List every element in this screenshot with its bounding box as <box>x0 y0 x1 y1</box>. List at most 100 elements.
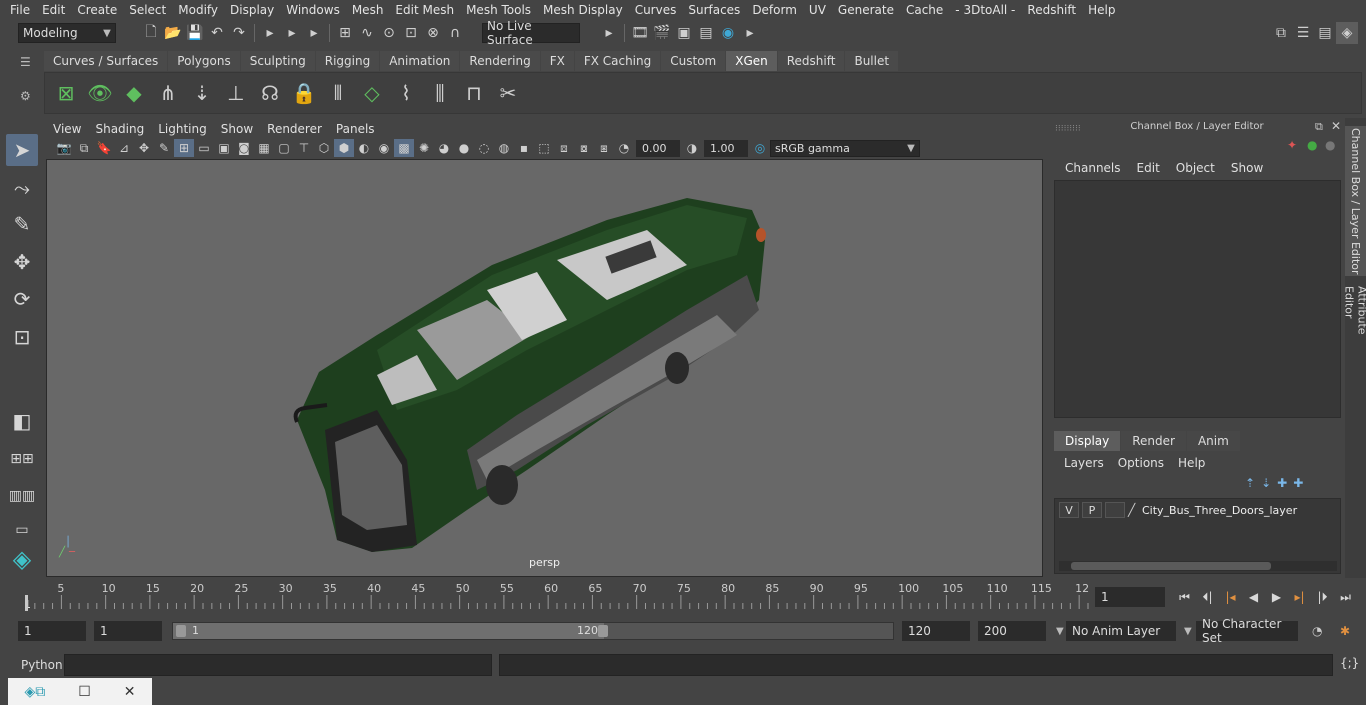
image-plane-icon[interactable]: ⊿ <box>114 139 134 157</box>
camera-attrs-icon[interactable]: ⧉ <box>74 139 94 157</box>
color-management-icon[interactable]: ◎ <box>750 139 770 157</box>
range-slider-fill[interactable] <box>173 623 604 639</box>
tab-anim[interactable]: Anim <box>1186 431 1240 451</box>
menu-uv[interactable]: UV <box>803 3 832 17</box>
exposure-field[interactable]: 0.00 <box>636 139 680 157</box>
shelf-tab-custom[interactable]: Custom <box>661 51 726 71</box>
layer-visibility-toggle[interactable]: V <box>1059 502 1079 518</box>
shelf-tab-fx-caching[interactable]: FX Caching <box>574 51 661 71</box>
ipr-render-icon[interactable]: ▣ <box>673 22 695 44</box>
channel-box-area[interactable] <box>1054 180 1341 418</box>
shelf-tab-fx[interactable]: FX <box>540 51 574 71</box>
render-settings-icon[interactable]: ▤ <box>695 22 717 44</box>
groom-grid-icon[interactable]: ◇ <box>355 76 389 110</box>
playback-start-field[interactable]: 1 <box>94 621 162 641</box>
layers-menu-options[interactable]: Options <box>1111 456 1171 470</box>
xgen-preview-icon[interactable]: 👁 <box>83 76 117 110</box>
render-frame-icon[interactable]: 🎬 <box>651 22 673 44</box>
xray-joints-icon[interactable]: ⧇ <box>574 139 594 157</box>
grease-pencil-icon[interactable]: ✎ <box>154 139 174 157</box>
textured-icon[interactable]: ◉ <box>374 139 394 157</box>
shelf-tab-bullet[interactable]: Bullet <box>845 51 899 71</box>
lock-guide-icon[interactable]: 🔒 <box>287 76 321 110</box>
float-panel-icon[interactable]: ⧉ <box>1315 120 1323 134</box>
script-editor-icon[interactable]: {;} <box>1340 656 1359 670</box>
menu-select[interactable]: Select <box>123 3 172 17</box>
mode-dropdown[interactable]: Modeling ▼ <box>18 23 116 43</box>
timeline-ruler[interactable]: 5 10 15 20 25 30 35 40 45 50 55 60 65 70 75 80 85 90 95 100… <box>18 581 1090 611</box>
checker-icon[interactable]: ▩ <box>394 139 414 157</box>
undo-icon[interactable]: ↶ <box>206 22 228 44</box>
menu-file[interactable]: File <box>4 3 36 17</box>
menu-help[interactable]: Help <box>1082 3 1121 17</box>
layer-display-type[interactable] <box>1105 502 1125 518</box>
menu-create[interactable]: Create <box>71 3 123 17</box>
menu-mesh-display[interactable]: Mesh Display <box>537 3 629 17</box>
layout-four-icon[interactable]: ⊞⊞ <box>6 443 38 475</box>
soft-select-icon[interactable]: ◧ <box>6 405 38 437</box>
paint-select-icon[interactable]: ✎ <box>6 208 38 240</box>
shelf-tab-xgen[interactable]: XGen <box>726 51 777 71</box>
layer-scrollbar[interactable] <box>1059 561 1337 571</box>
add-guide-icon[interactable]: ⋔ <box>151 76 185 110</box>
tab-channel-box[interactable]: Channel Box / Layer Editor <box>1345 126 1366 276</box>
gear-icon[interactable]: ⚙ <box>20 89 38 103</box>
menu-edit-mesh[interactable]: Edit Mesh <box>389 3 460 17</box>
magnet-icon[interactable]: ∩ <box>444 22 466 44</box>
shelf-tab-sculpting[interactable]: Sculpting <box>240 51 315 71</box>
viewport-persp[interactable]: │ ─ ╱ persp <box>46 159 1043 577</box>
snap-live-icon[interactable]: ⊗ <box>422 22 444 44</box>
menu-edit[interactable]: Edit <box>36 3 71 17</box>
tool-settings-icon[interactable]: ☰ <box>1292 22 1314 44</box>
start-time-field[interactable]: 1 <box>18 621 86 641</box>
shelf-tab-rigging[interactable]: Rigging <box>315 51 380 71</box>
xray-icon[interactable]: ⧈ <box>554 139 574 157</box>
close-icon[interactable]: ✕ <box>1331 119 1341 133</box>
shelf-menu-icon[interactable]: ☰ <box>20 55 38 73</box>
time-slider[interactable]: 5 10 15 20 25 30 35 40 45 50 55 60 65 70 75 80 85 90 95 100… <box>18 581 1090 611</box>
language-label[interactable]: Python <box>21 658 63 672</box>
channel-menu-show[interactable]: Show <box>1223 161 1271 175</box>
film-gate-icon[interactable]: ▭ <box>194 139 214 157</box>
menu-generate[interactable]: Generate <box>832 3 900 17</box>
isolate-select-icon[interactable]: ⬚ <box>534 139 554 157</box>
viewport-menu-panels[interactable]: Panels <box>329 122 382 136</box>
channel-menu-object[interactable]: Object <box>1168 161 1223 175</box>
maximize-icon[interactable]: ☐ <box>78 684 91 700</box>
shadows-icon[interactable]: ◕ <box>434 139 454 157</box>
redo-icon[interactable]: ↷ <box>228 22 250 44</box>
wireframe-icon[interactable]: ⬡ <box>314 139 334 157</box>
rotate-tool-icon[interactable]: ⟳ <box>6 283 38 315</box>
layers-menu-help[interactable]: Help <box>1171 456 1212 470</box>
character-set-dropdown[interactable]: No Character Set <box>1196 617 1298 645</box>
channel-menu-edit[interactable]: Edit <box>1129 161 1168 175</box>
menu-windows[interactable]: Windows <box>280 3 346 17</box>
range-handle-right[interactable] <box>598 625 608 637</box>
bus-model[interactable] <box>47 160 1043 577</box>
shelf-tab-curves-surfaces[interactable]: Curves / Surfaces <box>44 51 168 71</box>
range-slider[interactable]: 1 120 <box>172 622 894 640</box>
scale-tool-icon[interactable]: ⊡ <box>6 321 38 353</box>
snap-point-icon[interactable]: ⊙ <box>378 22 400 44</box>
step-forward-frame-icon[interactable]: ▸| <box>1288 587 1311 607</box>
maya-window-icon[interactable]: ◈⧉ <box>24 684 45 700</box>
menu-surfaces[interactable]: Surfaces <box>682 3 746 17</box>
end-time-field[interactable]: 200 <box>978 621 1046 641</box>
grid-icon[interactable]: ⊞ <box>174 139 194 157</box>
select-object-icon[interactable]: ▸ <box>281 22 303 44</box>
new-layer-icon[interactable]: ✚ <box>1277 476 1287 490</box>
camera-icon[interactable]: 📷 <box>54 139 74 157</box>
lights-icon[interactable]: ✺ <box>414 139 434 157</box>
bookmark-icon[interactable]: 🔖 <box>94 139 114 157</box>
playback-end-field[interactable]: 120 <box>902 621 970 641</box>
attribute-editor-icon[interactable]: ▤ <box>1314 22 1336 44</box>
shelf-tab-polygons[interactable]: Polygons <box>168 51 240 71</box>
workspace-icon[interactable]: ⧉ <box>1270 22 1292 44</box>
default-material-icon[interactable]: ◐ <box>354 139 374 157</box>
select-hierarchy-icon[interactable]: ▸ <box>259 22 281 44</box>
save-scene-icon[interactable]: 💾 <box>184 22 206 44</box>
menu-mesh[interactable]: Mesh <box>346 3 390 17</box>
guide-visibility-icon[interactable]: ☊ <box>253 76 287 110</box>
tab-display[interactable]: Display <box>1054 431 1121 451</box>
new-scene-icon[interactable]: 🗋 <box>140 22 162 44</box>
